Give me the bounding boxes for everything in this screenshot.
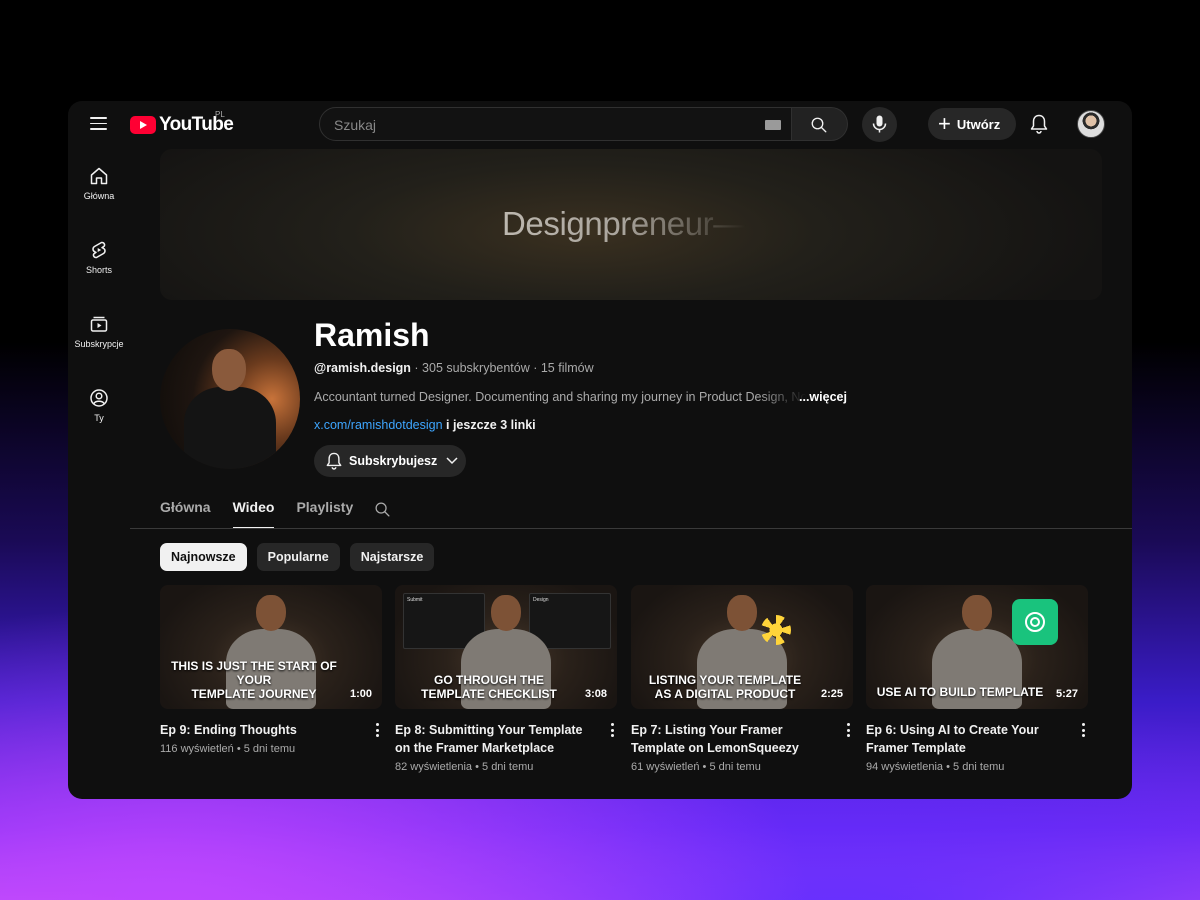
channel-avatar[interactable] [160,329,300,469]
sidebar-item-you[interactable]: Ty [68,388,130,453]
video-card[interactable]: THIS IS JUST THE START OF YOUR TEMPLATE J… [160,585,382,755]
tabs-divider [130,528,1132,529]
description-more-link[interactable]: ...więcej [799,390,847,404]
sidebar-item-home[interactable]: Główna [68,166,130,231]
video-card[interactable]: LISTING YOUR TEMPLATE AS A DIGITAL PRODUC… [631,585,853,773]
thumbnail-caption: THIS IS JUST THE START OF YOUR TEMPLATE J… [171,659,337,701]
channel-links: x.com/ramishdotdesign i jeszcze 3 linki [314,418,536,432]
notifications-bell-icon[interactable] [1030,114,1048,139]
search-placeholder: Szukaj [334,117,377,133]
sidebar: Główna Shorts Subskrypcje Ty [68,157,130,453]
channel-banner: Designpreneur— [160,149,1102,300]
keyboard-icon[interactable] [765,120,781,130]
logo-country-code: PL [215,110,225,119]
channel-stats: · 305 subskrybentów · 15 filmów [410,361,594,375]
browser-window: YouTube PL Szukaj + Utwórz Główna Shorts… [68,101,1132,799]
you-icon [90,389,108,407]
subscribe-button[interactable]: Subskrybujesz [314,445,466,477]
sidebar-item-subscriptions[interactable]: Subskrypcje [68,314,130,379]
video-thumbnail[interactable]: Submit Design GO THROUGH THE TEMPLATE CHE… [395,585,617,709]
video-title[interactable]: Ep 9: Ending Thoughts [160,721,360,739]
menu-icon[interactable] [90,117,107,130]
youtube-play-icon [130,116,156,134]
subscriptions-icon [90,316,108,332]
video-title[interactable]: Ep 8: Submitting Your Template on the Fr… [395,721,595,757]
sidebar-item-label: Shorts [85,265,112,275]
chip-popular[interactable]: Popularne [256,543,340,571]
thumbnail-caption: LISTING YOUR TEMPLATE AS A DIGITAL PRODUC… [648,673,802,701]
search-button[interactable] [792,107,848,141]
video-title[interactable]: Ep 7: Listing Your Framer Template on Le… [631,721,831,757]
subscribe-label: Subskrybujesz [349,454,438,468]
sidebar-item-label: Główna [83,191,115,201]
sidebar-item-shorts[interactable]: Shorts [68,240,130,305]
video-card[interactable]: USE AI TO BUILD TEMPLATE 5:27 Ep 6: Usin… [866,585,1088,773]
video-thumbnail[interactable]: THIS IS JUST THE START OF YOUR TEMPLATE J… [160,585,382,709]
channel-name: Ramish [314,317,430,353]
more-options-icon[interactable] [376,723,380,740]
tab-home[interactable]: Główna [160,499,211,529]
video-duration: 1:00 [349,688,372,700]
voice-search-button[interactable] [862,107,897,142]
search-input[interactable]: Szukaj [319,107,792,141]
lemonsqueezy-logo-icon [761,615,791,645]
thumbnail-caption: USE AI TO BUILD TEMPLATE [876,685,1044,699]
chip-newest[interactable]: Najnowsze [160,543,247,571]
chip-oldest[interactable]: Najstarsze [349,543,435,571]
video-duration: 2:25 [820,688,843,700]
video-duration: 3:08 [584,688,607,700]
more-links[interactable]: i jeszcze 3 linki [443,418,536,432]
create-label: Utwórz [956,116,1001,132]
more-options-icon[interactable] [847,723,851,740]
video-meta: 61 wyświetleń • 5 dni temu [631,761,761,773]
sidebar-item-label: Subskrypcje [74,339,124,349]
tab-videos[interactable]: Wideo [232,499,274,529]
create-button[interactable]: + Utwórz [928,108,1016,140]
video-title[interactable]: Ep 6: Using AI to Create Your Framer Tem… [866,721,1066,757]
video-meta: 82 wyświetlenia • 5 dni temu [395,761,534,773]
account-avatar[interactable] [1077,110,1105,138]
shorts-icon [92,241,106,259]
banner-text: Designpreneur— [502,205,746,242]
chevron-down-icon [446,457,458,465]
channel-description[interactable]: Accountant turned Designer. Documenting … [314,390,844,404]
channel-link[interactable]: x.com/ramishdotdesign [314,418,443,432]
video-card[interactable]: Submit Design GO THROUGH THE TEMPLATE CHE… [395,585,617,773]
video-duration: 5:27 [1055,688,1078,700]
more-options-icon[interactable] [611,723,615,740]
channel-search-icon[interactable] [374,501,391,523]
video-thumbnail[interactable]: LISTING YOUR TEMPLATE AS A DIGITAL PRODUC… [631,585,853,709]
plus-icon: + [938,111,951,136]
video-meta: 116 wyświetleń • 5 dni temu [160,743,296,755]
sort-chips: Najnowsze Popularne Najstarsze [160,543,444,571]
tab-playlists[interactable]: Playlisty [296,499,353,529]
thumbnail-caption: GO THROUGH THE TEMPLATE CHECKLIST [421,673,557,701]
channel-meta: @ramish.design · 305 subskrybentów · 15 … [314,361,594,375]
home-icon [90,167,108,185]
microphone-icon [872,115,887,133]
search-icon [811,117,827,133]
chatgpt-logo-icon [1012,599,1058,645]
video-thumbnail[interactable]: USE AI TO BUILD TEMPLATE 5:27 [866,585,1088,709]
sidebar-item-label: Ty [94,413,104,423]
top-bar: YouTube PL Szukaj + Utwórz [68,101,1132,147]
bell-icon [326,452,342,470]
more-options-icon[interactable] [1082,723,1086,740]
channel-handle: @ramish.design [314,361,411,375]
channel-tabs: Główna Wideo Playlisty [160,499,375,529]
video-meta: 94 wyświetlenia • 5 dni temu [866,761,1005,773]
channel-description-text: Accountant turned Designer. Documenting … [314,390,808,404]
